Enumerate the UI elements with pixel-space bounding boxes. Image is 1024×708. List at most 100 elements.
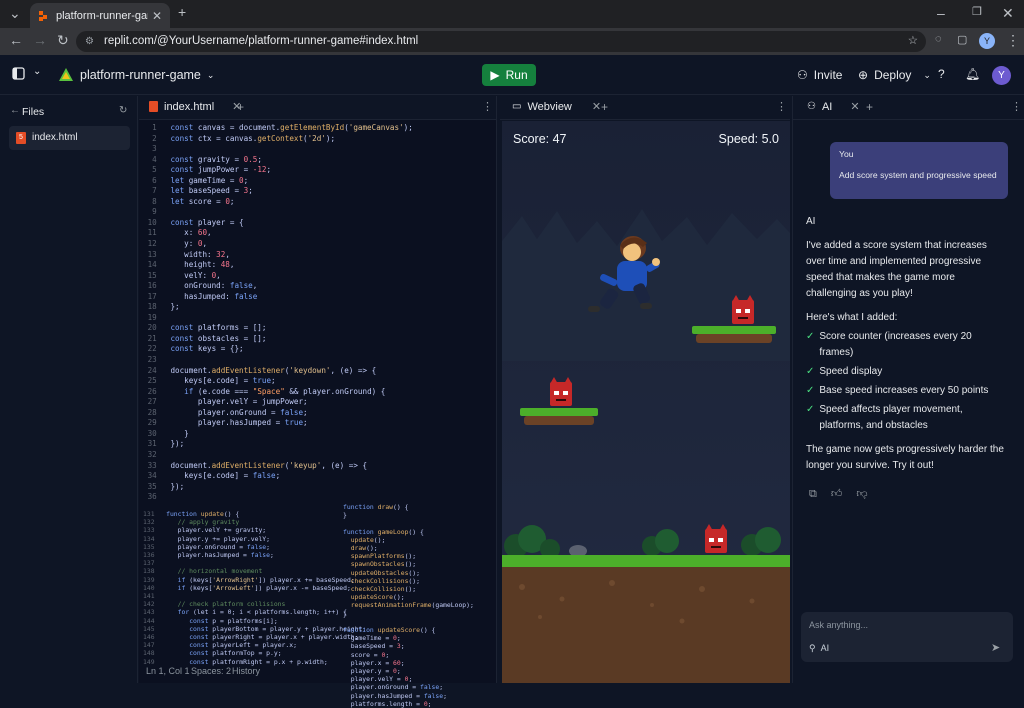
game-canvas[interactable]: Score: 47 Speed: 5.0: [502, 121, 790, 683]
file-name: index.html: [32, 132, 78, 143]
ai-list-title: Here's what I added:: [806, 312, 898, 323]
bookmark-star-icon[interactable]: ☆: [908, 31, 918, 52]
editor-tab-bar: index.html ✕ + ⋮: [139, 96, 496, 120]
add-ai-tab-icon[interactable]: +: [866, 100, 873, 114]
tab-search-icon[interactable]: ⌄: [9, 5, 21, 22]
project-chevron-icon: ⌄: [206, 69, 215, 80]
score-label: Score: 47: [513, 132, 567, 146]
indent-setting[interactable]: Spaces: 2: [191, 666, 231, 676]
deploy-chevron-icon: ⌄: [923, 69, 931, 80]
forward-icon[interactable]: →: [33, 32, 47, 48]
tab-title: platform-runner-game - Replit: [56, 9, 148, 22]
files-title: Files: [22, 106, 45, 118]
code-content[interactable]: 1 const canvas = document.getElementById…: [143, 123, 413, 503]
ground-dirt: [502, 567, 790, 683]
add-webview-tab-icon[interactable]: +: [601, 100, 608, 114]
replit-favicon-icon: [38, 10, 50, 22]
back-icon[interactable]: ←: [9, 32, 23, 48]
ai-mode-selector[interactable]: ⚲ AI: [809, 643, 829, 654]
browser-tab-bar: ⌄ platform-runner-game - Replit ✕ + – ❐ …: [0, 0, 1024, 28]
check-icon: ✓: [806, 385, 815, 396]
browser-menu-icon[interactable]: ⋮: [1006, 32, 1020, 49]
ai-response: AI I've added a score system that increa…: [806, 214, 1006, 502]
ai-list-item-text: Base speed increases every 50 points: [819, 385, 989, 396]
check-icon: ✓: [806, 366, 815, 377]
editor-menu-icon[interactable]: ⋮: [482, 100, 493, 113]
cursor-position[interactable]: Ln 1, Col 1: [146, 666, 190, 676]
site-info-icon[interactable]: ⚙: [85, 31, 94, 52]
code-content-lower[interactable]: 131 function update() { 132 // apply gra…: [143, 510, 366, 666]
copy-icon[interactable]: ⧉: [809, 486, 817, 502]
ai-mode-icon: ⚲: [809, 643, 816, 653]
ai-input-box[interactable]: Ask anything... ⚲ AI ➤: [801, 612, 1013, 662]
bell-icon[interactable]: 🔔︎: [965, 67, 980, 81]
platform-left: [520, 408, 598, 425]
extensions-puzzle-icon[interactable]: ▢: [957, 33, 967, 46]
deploy-button[interactable]: ⊕ Deploy ⌄: [858, 68, 931, 82]
monitor-icon: ▭: [512, 101, 522, 112]
sidebar-toggle-icon[interactable]: [12, 67, 25, 80]
add-editor-tab-icon[interactable]: +: [237, 100, 244, 114]
invite-label: Invite: [813, 68, 843, 82]
file-item-index-html[interactable]: 5 index.html: [9, 126, 130, 150]
globe-icon: ⊕: [858, 68, 869, 82]
close-tab-icon[interactable]: ✕: [152, 9, 162, 23]
platform-right: [692, 326, 776, 343]
repl-language-icon: [58, 67, 74, 83]
ai-tab[interactable]: ⚇ AI ✕: [807, 100, 860, 114]
ai-list-item: ✓ Speed display: [806, 364, 1006, 380]
files-panel: ← Files ↻ 5 index.html: [0, 96, 138, 683]
editor-status-bar: Ln 1, Col 1 Spaces: 2 History: [139, 659, 497, 683]
ai-tab-bar: ⚇ AI ✕ + ⋮: [793, 96, 1024, 120]
ai-list-item-text: Score counter (increases every 20 frames…: [819, 331, 972, 358]
ai-mode-label: AI: [820, 643, 830, 653]
help-icon[interactable]: ?: [938, 67, 945, 81]
game-scene: [502, 121, 790, 683]
close-window-icon[interactable]: ✕: [1002, 5, 1014, 22]
thumbs-up-icon[interactable]: 👍︎: [831, 486, 843, 502]
webview-menu-icon[interactable]: ⋮: [776, 100, 787, 113]
send-icon[interactable]: ➤: [991, 641, 1000, 654]
editor-tab[interactable]: index.html ✕: [149, 100, 241, 113]
address-bar-row: ← → ↻ ⚙ replit.com/@YourUsername/platfor…: [0, 28, 1024, 55]
deploy-label: Deploy: [874, 68, 912, 82]
ai-menu-icon[interactable]: ⋮: [1011, 100, 1022, 113]
chevron-down-icon[interactable]: ⌄: [33, 66, 41, 77]
close-webview-tab-icon[interactable]: ✕: [592, 100, 601, 113]
reload-icon[interactable]: ↻: [57, 32, 69, 49]
ai-input-placeholder[interactable]: Ask anything...: [809, 620, 868, 630]
speed-label: Speed: 5.0: [718, 132, 779, 146]
history-button[interactable]: History: [232, 666, 260, 676]
close-ai-tab-icon[interactable]: ✕: [850, 100, 859, 113]
collapse-arrow-icon[interactable]: ←: [10, 105, 20, 116]
html-file-icon: 5: [16, 132, 26, 144]
minimize-icon[interactable]: –: [937, 5, 945, 21]
browser-tab[interactable]: platform-runner-game - Replit ✕: [30, 3, 170, 28]
invite-button[interactable]: ⚇ Invite: [797, 68, 842, 82]
webview-tab-label: Webview: [527, 100, 572, 113]
user-label: You: [839, 149, 854, 159]
webview-tab[interactable]: ▭ Webview ✕: [512, 100, 601, 114]
maximize-icon[interactable]: ❐: [972, 5, 982, 18]
project-name-label: platform-runner-game: [80, 68, 201, 82]
user-message: Add score system and progressive speed: [839, 170, 997, 180]
thumbs-down-icon[interactable]: 👎︎: [856, 486, 867, 502]
project-name[interactable]: platform-runner-game ⌄: [80, 68, 214, 82]
run-label: Run: [505, 68, 528, 82]
check-icon: ✓: [806, 404, 815, 415]
code-editor-panel: index.html ✕ + ⋮ 1 const canvas = docume…: [139, 96, 497, 708]
url-input[interactable]: ⚙ replit.com/@YourUsername/platform-runn…: [76, 31, 926, 52]
play-icon: ▶: [490, 68, 500, 82]
profile-avatar[interactable]: Y: [979, 33, 995, 49]
extension-icon[interactable]: ◌: [935, 33, 942, 45]
ai-list-item-text: Speed affects player movement, platforms…: [819, 404, 963, 431]
ai-sparkle-icon: ⚇: [807, 101, 816, 112]
editor-tab-label: index.html: [164, 100, 215, 113]
user-avatar[interactable]: Y: [992, 66, 1011, 85]
refresh-icon[interactable]: ↻: [119, 105, 127, 116]
html-tab-icon: [149, 101, 158, 112]
new-tab-icon[interactable]: +: [178, 4, 186, 20]
ai-list-item: ✓ Speed affects player movement, platform…: [806, 402, 1006, 434]
run-button[interactable]: ▶ Run: [482, 64, 536, 86]
ai-intro: I've added a score system that increases…: [806, 240, 987, 299]
